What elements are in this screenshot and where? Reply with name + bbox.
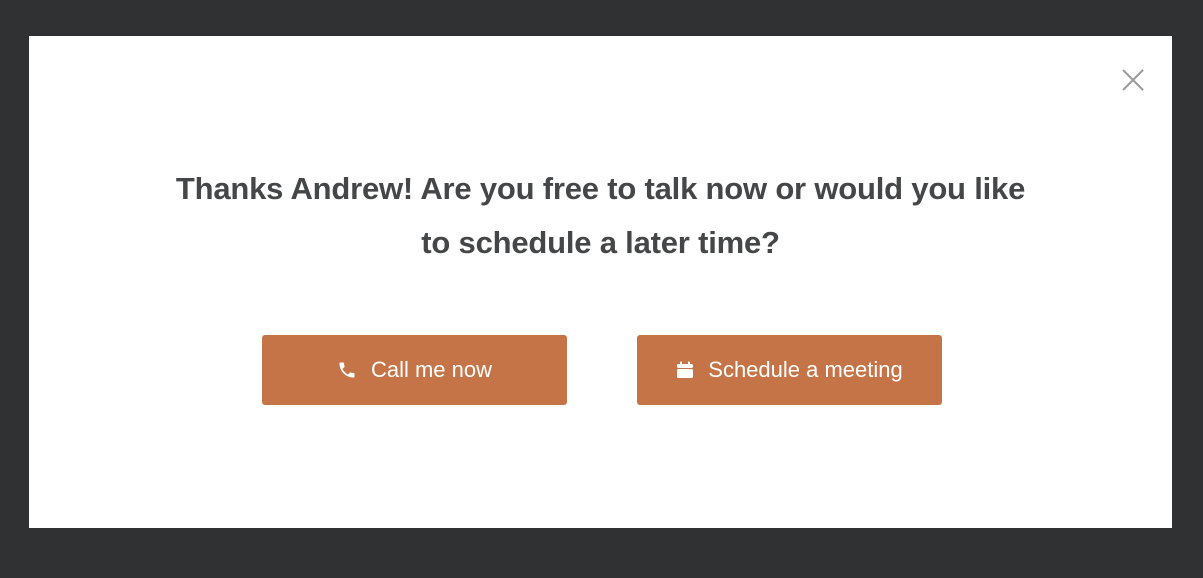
- call-me-now-button[interactable]: Call me now: [262, 335, 567, 405]
- close-button[interactable]: [1119, 66, 1147, 94]
- close-icon: [1121, 68, 1145, 92]
- call-me-now-label: Call me now: [370, 357, 493, 382]
- modal-dialog: Thanks Andrew! Are you free to talk now …: [29, 36, 1172, 528]
- modal-heading: Thanks Andrew! Are you free to talk now …: [175, 171, 1026, 260]
- calendar-icon: [676, 361, 694, 379]
- phone-icon: [337, 360, 357, 380]
- schedule-meeting-label: Schedule a meeting: [708, 357, 903, 382]
- schedule-meeting-button[interactable]: Schedule a meeting: [637, 335, 942, 405]
